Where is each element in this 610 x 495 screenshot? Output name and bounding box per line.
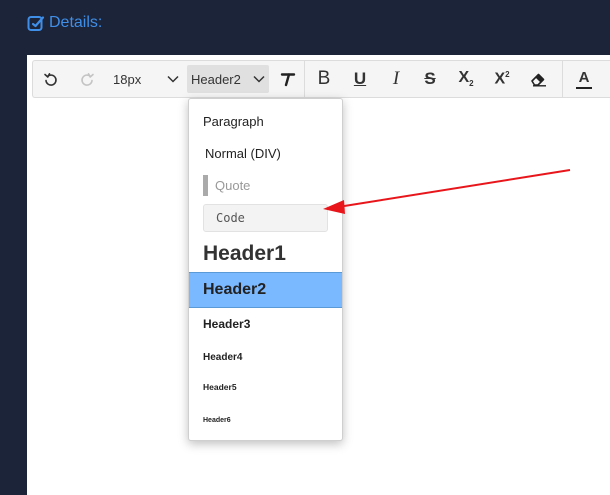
eraser-button[interactable]: [524, 65, 552, 93]
underline-button[interactable]: U: [346, 65, 374, 93]
format-option-header2[interactable]: Header2: [189, 272, 342, 308]
subscript-button[interactable]: X2: [452, 65, 480, 93]
format-option-code[interactable]: Code: [189, 203, 342, 233]
details-header: Details:: [27, 10, 102, 36]
block-format-value: Header2: [191, 71, 241, 87]
format-option-paragraph[interactable]: Paragraph: [189, 107, 342, 135]
format-option-header1[interactable]: Header1: [189, 237, 342, 271]
redo-button[interactable]: [73, 65, 101, 93]
format-option-quote[interactable]: Quote: [189, 173, 342, 197]
format-option-normal-div[interactable]: Normal (DIV): [189, 139, 342, 167]
block-format-dropdown: Paragraph Normal (DIV) Quote Code Header…: [188, 98, 343, 441]
format-option-header4[interactable]: Header4: [189, 345, 342, 369]
undo-button[interactable]: [37, 65, 65, 93]
toolbar-group-inline: B U I S X2 X2: [304, 61, 563, 97]
italic-icon: I: [392, 68, 400, 89]
eraser-icon: [530, 71, 547, 87]
chevron-down-icon: [253, 75, 265, 83]
editor-toolbar: 18px Header2 B U I S X2 X2 A: [32, 60, 610, 98]
code-sample: Code: [203, 204, 328, 232]
clear-format-button[interactable]: [275, 65, 301, 93]
superscript-button[interactable]: X2: [488, 65, 516, 93]
chevron-down-icon: [167, 75, 179, 83]
details-title: Details:: [49, 14, 103, 31]
strikethrough-icon: S: [424, 69, 436, 88]
bold-button[interactable]: B: [310, 65, 338, 93]
edit-square-icon: [27, 14, 45, 32]
font-color-underline: [576, 86, 592, 89]
redo-icon: [79, 71, 95, 87]
subscript-icon: X2: [458, 69, 474, 89]
clear-format-icon: [280, 71, 296, 87]
strikethrough-button[interactable]: S: [416, 65, 444, 93]
quote-bar: [203, 174, 208, 196]
superscript-icon: X2: [494, 69, 510, 88]
italic-button[interactable]: I: [382, 65, 410, 93]
undo-icon: [43, 71, 59, 87]
font-color-icon: A: [578, 68, 590, 86]
font-size-select[interactable]: 18px: [109, 65, 183, 93]
toolbar-group-history-format: 18px Header2: [33, 61, 305, 97]
format-option-header6[interactable]: Header6: [189, 409, 342, 431]
toolbar-group-color: A: [562, 61, 610, 97]
font-color-button[interactable]: A: [570, 65, 598, 93]
format-option-header3[interactable]: Header3: [189, 311, 342, 337]
format-option-header5[interactable]: Header5: [189, 376, 342, 398]
underline-icon: U: [353, 69, 367, 88]
block-format-select[interactable]: Header2: [187, 65, 269, 93]
font-size-value: 18px: [113, 71, 142, 87]
bold-icon: B: [317, 68, 331, 89]
